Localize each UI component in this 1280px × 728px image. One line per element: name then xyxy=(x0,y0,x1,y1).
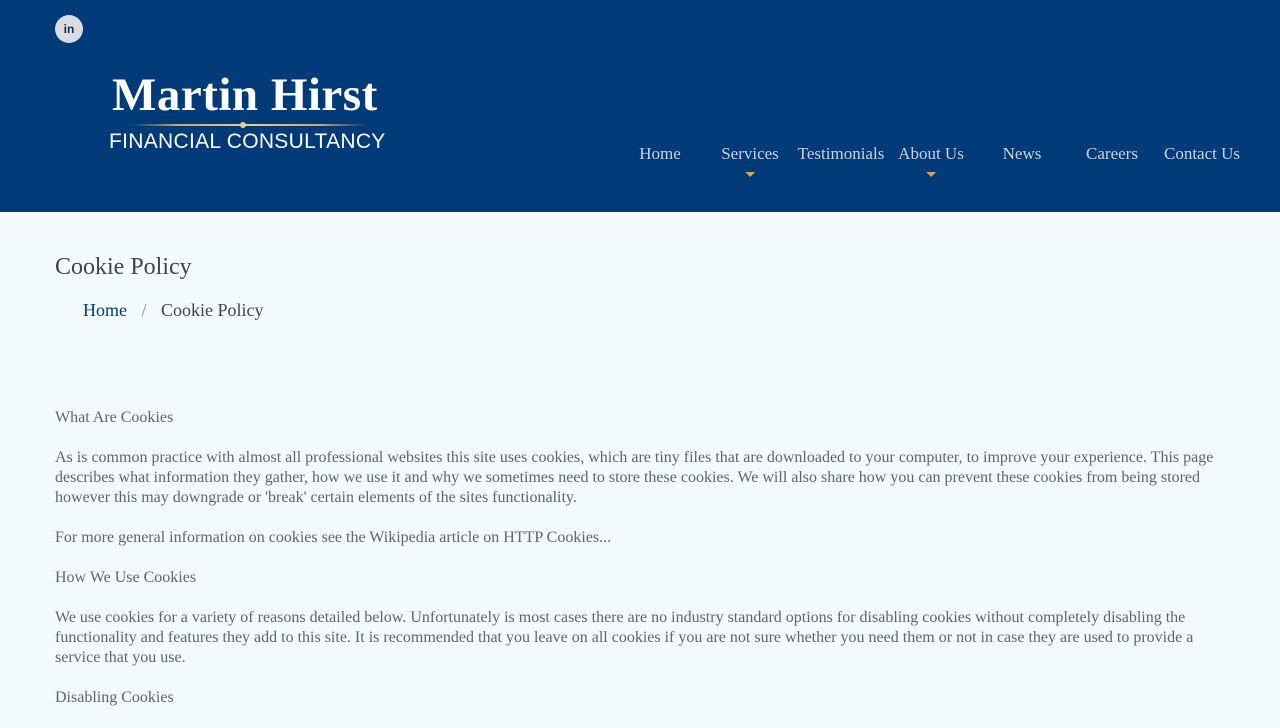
logo-name: Martin Hirst xyxy=(112,69,378,121)
nav-news[interactable]: News xyxy=(1003,144,1042,164)
nav-services-label: Services xyxy=(721,144,779,163)
section-heading-how-we-use-cookies: How We Use Cookies xyxy=(55,569,197,586)
logo-subtitle: FINANCIAL CONSULTANCY xyxy=(109,130,386,153)
site-logo[interactable]: Martin Hirst FINANCIAL CONSULTANCY xyxy=(108,68,388,158)
nav-testimonials-label: Testimonials xyxy=(797,144,885,163)
paragraph-intro: As is common practice with almost all pr… xyxy=(55,449,1214,506)
logo-divider xyxy=(130,124,368,126)
site-header: in Martin Hirst FINANCIAL CONSULTANCY Ho… xyxy=(0,0,1280,212)
chevron-down-icon xyxy=(745,172,755,177)
policy-text: What Are Cookies As is common practice w… xyxy=(55,408,1225,728)
logo-divider-dot xyxy=(240,122,246,128)
nav-contact-us-label: Contact Us xyxy=(1163,144,1241,163)
linkedin-icon[interactable]: in xyxy=(55,15,83,43)
chevron-down-icon xyxy=(926,172,936,177)
breadcrumb-separator: / xyxy=(141,300,147,320)
paragraph-more-info: For more general information on cookies … xyxy=(55,529,612,546)
nav-about-us[interactable]: About Us xyxy=(898,144,964,177)
nav-services[interactable]: Services xyxy=(721,144,779,177)
section-heading-disabling-cookies: Disabling Cookies xyxy=(55,689,174,706)
nav-testimonials[interactable]: Testimonials xyxy=(798,144,885,164)
nav-home[interactable]: Home xyxy=(639,144,681,164)
section-heading-what-are-cookies: What Are Cookies xyxy=(55,409,174,426)
page-title: Cookie Policy xyxy=(55,254,192,280)
nav-careers-label: Careers xyxy=(1086,144,1138,163)
breadcrumb: Home / Cookie Policy xyxy=(83,300,264,321)
nav-careers[interactable]: Careers xyxy=(1086,144,1138,164)
breadcrumb-home-link[interactable]: Home xyxy=(83,300,127,320)
nav-contact-us[interactable]: Contact Us xyxy=(1164,144,1240,164)
nav-about-us-label: About Us xyxy=(898,144,964,163)
nav-home-label: Home xyxy=(639,144,681,163)
nav-news-label: News xyxy=(1002,144,1042,163)
breadcrumb-current: Cookie Policy xyxy=(161,300,264,320)
paragraph-how-we-use: We use cookies for a variety of reasons … xyxy=(55,609,1194,666)
